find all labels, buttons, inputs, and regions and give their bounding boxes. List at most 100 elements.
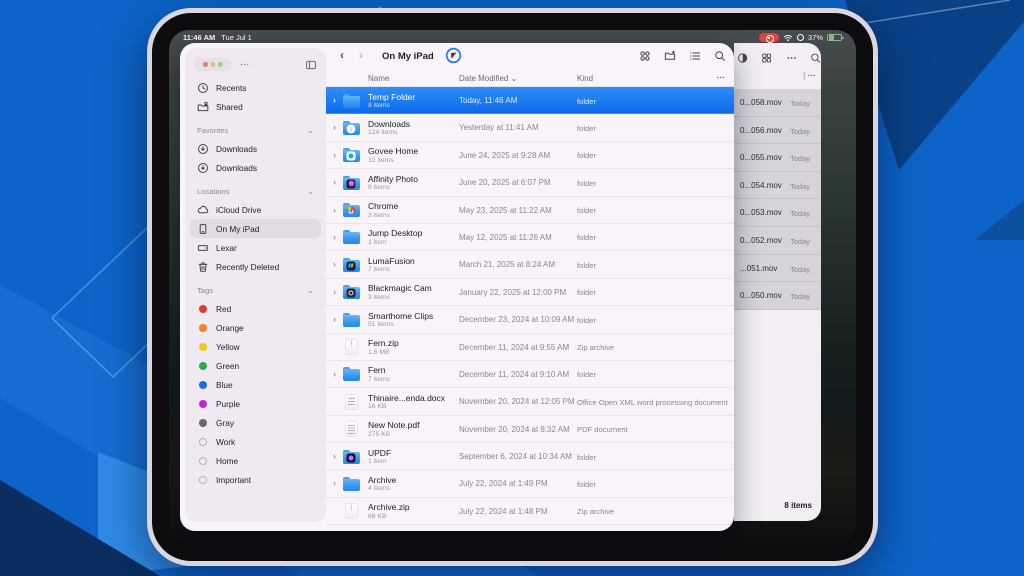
minimize-button[interactable] <box>211 62 216 67</box>
file-row[interactable]: › Chrome 3 items May 23, 2025 at 11:22 A… <box>326 197 734 224</box>
half-circle-icon[interactable] <box>737 52 748 64</box>
sidebar-toggle-icon[interactable] <box>305 59 317 71</box>
file-row[interactable]: › LumaFusion 7 items March 21, 2025 at 8… <box>326 251 734 278</box>
file-detail: 124 items <box>368 129 397 136</box>
sidebar-tag-item[interactable]: Blue <box>190 375 321 394</box>
sidebar-item[interactable]: Downloads <box>190 158 321 177</box>
sidebar-item[interactable]: Recents <box>190 78 321 97</box>
navigation-bar: ‹ › On My iPad <box>326 43 734 69</box>
disclosure-chevron-icon[interactable]: › <box>333 314 336 324</box>
file-name: Affinity Photo <box>368 174 418 184</box>
sidebar-tag-item[interactable]: Important <box>190 470 321 489</box>
chevron-down-icon[interactable]: ⌄ <box>307 126 314 135</box>
disclosure-chevron-icon[interactable]: › <box>333 369 336 379</box>
file-row[interactable]: › Smarthome Clips 51 items December 23, … <box>326 306 734 333</box>
chevron-down-icon[interactable]: ⌄ <box>307 286 314 295</box>
sidebar-tag-item[interactable]: Orange <box>190 318 321 337</box>
sidebar-section-favorites[interactable]: Favorites ⌄ <box>197 123 314 138</box>
download-circle-icon <box>197 162 209 174</box>
back-file-row[interactable]: ...051.mov Today <box>734 255 821 283</box>
file-row[interactable]: New Note.pdf 275 KB November 20, 2024 at… <box>326 416 734 443</box>
sidebar-item[interactable]: iCloud Drive <box>190 200 321 219</box>
disclosure-chevron-icon[interactable]: › <box>333 451 336 461</box>
search-icon[interactable] <box>810 52 821 64</box>
sidebar-tag-item[interactable]: Gray <box>190 413 321 432</box>
sidebar-tag-item[interactable]: Work <box>190 432 321 451</box>
file-row[interactable]: › UPDF 1 item September 6, 2024 at 10:34… <box>326 443 734 470</box>
back-file-row[interactable]: 0...058.mov Today <box>734 89 821 117</box>
forward-button[interactable]: › <box>359 48 363 62</box>
disclosure-chevron-icon[interactable]: › <box>333 122 336 132</box>
squares-grid-icon[interactable] <box>761 52 772 64</box>
back-file-row[interactable]: 0...050.mov Today <box>734 282 821 310</box>
file-row[interactable]: › Affinity Photo 8 items June 20, 2025 a… <box>326 169 734 196</box>
file-row[interactable]: Archive.zip 68 KB July 22, 2024 at 1:48 … <box>326 498 734 525</box>
sidebar-tag-item[interactable]: Home <box>190 451 321 470</box>
file-date-modified: November 20, 2024 at 12:05 PM <box>459 397 575 406</box>
traffic-light-buttons[interactable] <box>194 58 232 71</box>
back-window-header-more[interactable]: [⋯ <box>803 71 816 80</box>
column-kind[interactable]: Kind <box>577 74 593 83</box>
disclosure-chevron-icon[interactable]: › <box>333 287 336 297</box>
column-date-modified[interactable]: Date Modified ⌄ <box>459 74 517 83</box>
file-row[interactable]: Fern.zip 1.6 MB December 11, 2024 at 9:5… <box>326 334 734 361</box>
new-folder-icon[interactable] <box>664 50 676 62</box>
sidebar-tag-item[interactable]: Yellow <box>190 337 321 356</box>
sidebar-section-tags[interactable]: Tags ⌄ <box>197 283 314 298</box>
disclosure-chevron-icon[interactable]: › <box>333 478 336 488</box>
sidebar-item[interactable]: Recently Deleted <box>190 257 321 276</box>
disclosure-chevron-icon[interactable]: › <box>333 232 336 242</box>
sidebar-item[interactable]: Lexar <box>190 238 321 257</box>
ellipsis-icon[interactable] <box>786 52 797 64</box>
zoom-button[interactable] <box>218 62 223 67</box>
disclosure-chevron-icon[interactable]: › <box>333 259 336 269</box>
tag-color-dot <box>199 324 207 332</box>
screen-recording-indicator[interactable] <box>759 33 779 42</box>
back-button[interactable]: ‹ <box>340 48 344 62</box>
back-file-row[interactable]: 0...053.mov Today <box>734 199 821 227</box>
back-file-row[interactable]: 0...054.mov Today <box>734 172 821 200</box>
view-circles-icon[interactable] <box>639 50 651 62</box>
file-row[interactable]: › Jump Desktop 1 item May 12, 2025 at 11… <box>326 224 734 251</box>
file-row[interactable]: Thinaire...enda.docx 16 KB November 20, … <box>326 388 734 415</box>
tag-color-dot <box>199 362 207 370</box>
file-date-modified: Today, 11:46 AM <box>459 96 517 105</box>
chevron-down-icon[interactable]: ⌄ <box>307 187 314 196</box>
disclosure-chevron-icon[interactable]: › <box>333 177 336 187</box>
file-kind: PDF document <box>577 425 628 434</box>
back-file-row[interactable]: 0...052.mov Today <box>734 227 821 255</box>
file-type-icon <box>342 121 360 135</box>
sidebar-item[interactable]: On My iPad <box>190 219 321 238</box>
columns-more-icon[interactable]: ⋯ <box>717 73 726 82</box>
file-row[interactable]: › Downloads 124 items Yesterday at 11:41… <box>326 114 734 141</box>
file-row[interactable]: › Temp Folder 8 items Today, 11:46 AM fo… <box>326 87 734 114</box>
file-row[interactable]: › Govee Home 12 items June 24, 2025 at 9… <box>326 142 734 169</box>
sidebar-tag-item[interactable]: Red <box>190 299 321 318</box>
background-files-window[interactable]: [⋯ 0...058.mov Today 0...056.mov Today <box>734 43 821 521</box>
sidebar-item[interactable]: Downloads <box>190 139 321 158</box>
file-row[interactable]: › Archive 4 items July 22, 2024 at 1:49 … <box>326 470 734 497</box>
file-row[interactable]: › Fern 7 items December 11, 2024 at 9:10… <box>326 361 734 388</box>
more-icon[interactable]: ⋯ <box>808 71 817 80</box>
tag-label: Purple <box>216 399 240 409</box>
sidebar-tag-item[interactable]: Green <box>190 356 321 375</box>
disclosure-chevron-icon[interactable]: › <box>333 205 336 215</box>
sidebar-item[interactable]: Shared <box>190 97 321 116</box>
list-view-icon[interactable] <box>689 50 701 62</box>
column-name[interactable]: Name <box>368 74 389 83</box>
sidebar-tag-item[interactable]: Purple <box>190 394 321 413</box>
wifi-icon <box>783 33 793 43</box>
sidebar-section-locations[interactable]: Locations ⌄ <box>197 184 314 199</box>
tag-label: Orange <box>216 323 244 333</box>
file-row[interactable]: › Blackmagic Cam 3 items January 22, 202… <box>326 279 734 306</box>
tag-label: Red <box>216 304 231 314</box>
disclosure-chevron-icon[interactable]: › <box>333 150 336 160</box>
disclosure-chevron-icon[interactable]: › <box>333 95 336 105</box>
back-file-row[interactable]: 0...056.mov Today <box>734 117 821 145</box>
close-button[interactable] <box>203 62 208 67</box>
external-drive-icon <box>197 242 209 254</box>
search-icon[interactable] <box>714 50 726 62</box>
back-file-row[interactable]: 0...055.mov Today <box>734 144 821 172</box>
window-more-icon[interactable]: ⋯ <box>240 59 250 70</box>
pointer-cursor-icon <box>445 47 462 64</box>
